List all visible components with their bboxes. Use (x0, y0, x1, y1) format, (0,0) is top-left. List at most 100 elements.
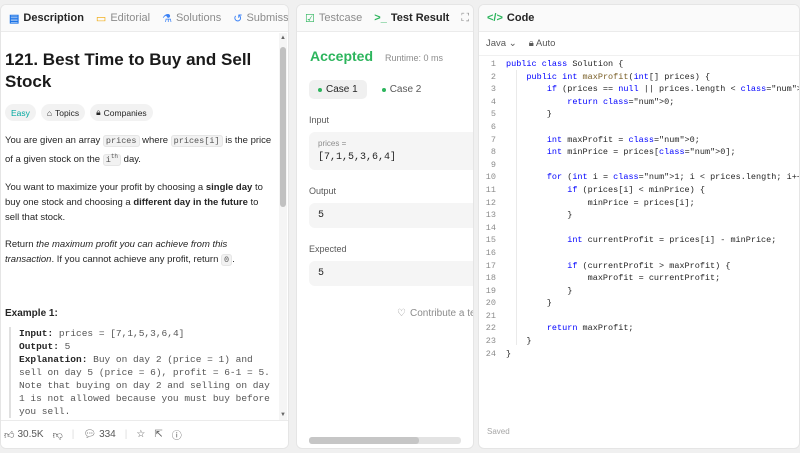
code-line[interactable]: 5 } (479, 108, 799, 121)
code-tabbar: </> Code (479, 5, 799, 32)
code-line[interactable]: 20 } (479, 297, 799, 310)
code-text: return class="num">0; (567, 96, 675, 107)
dislike-button[interactable]: 👎︎ (53, 429, 63, 441)
code-line[interactable]: 22 return maxProfit; (479, 322, 799, 335)
code-line[interactable]: 3 if (prices == null || prices.length < … (479, 83, 799, 96)
code-line[interactable]: 12 minPrice = prices[i]; (479, 197, 799, 210)
expand-icon[interactable]: ⛶ (455, 5, 473, 31)
code-line[interactable]: 11 if (prices[i] < minPrice) { (479, 184, 799, 197)
code-line[interactable]: 18 maxProfit = currentProfit; (479, 272, 799, 285)
tab-description-label: Description (23, 12, 84, 24)
code-text: if (prices == null || prices.length < cl… (546, 84, 799, 95)
line-number: 23 (485, 336, 496, 347)
line-number: 21 (485, 310, 496, 321)
code-line[interactable]: 15 int currentProfit = prices[i] - minPr… (479, 234, 799, 247)
tab-testcase[interactable]: ☑ Testcase (299, 5, 368, 31)
code-line[interactable]: 24} (479, 348, 799, 361)
auto-label: Auto (535, 38, 556, 49)
help-button[interactable]: ⓘ (172, 427, 182, 442)
code-line[interactable]: 1 public class Solution { (479, 58, 799, 71)
problem-chips: Easy ⌂ Topics 🔒︎ Companies (5, 104, 274, 121)
line-number: 19 (485, 285, 496, 296)
input-label: Input (309, 115, 330, 125)
scrollbar-thumb[interactable] (280, 47, 286, 207)
like-button[interactable]: 👍︎ 30.5K (4, 429, 44, 441)
comments-button[interactable]: 💬︎ 334 (83, 429, 115, 440)
footer-divider: | (124, 429, 128, 440)
code-line[interactable]: 10 for (int i = class="num">1; i < price… (479, 171, 799, 184)
description-scrollbar[interactable]: ▲ ▼ (279, 33, 287, 420)
scroll-down-arrow-icon[interactable]: ▼ (280, 412, 286, 418)
code-line[interactable]: 6 (479, 121, 799, 134)
input-value: [7,1,5,3,6,4] (318, 152, 397, 163)
description-content[interactable]: 121. Best Time to Buy and Sell Stock Eas… (1, 33, 278, 420)
history-icon: ↺ (233, 12, 243, 25)
pass-dot-icon (318, 87, 322, 92)
code-line[interactable]: 19 } (479, 285, 799, 298)
tab-test-result[interactable]: >_ Test Result (368, 5, 455, 31)
scroll-up-arrow-icon[interactable]: ▲ (280, 35, 286, 41)
tab-editorial[interactable]: ▭ Editorial (90, 5, 156, 31)
line-number: 14 (485, 222, 496, 233)
companies-chip[interactable]: 🔒︎ Companies (90, 104, 153, 121)
description-paragraph-2: You want to maximize your profit by choo… (5, 181, 263, 223)
code-line[interactable]: 7 int maxProfit = class="num">0; (479, 134, 799, 147)
tab-solutions[interactable]: ⚗ Solutions (156, 5, 227, 31)
topics-chip-label: Topics (55, 107, 80, 118)
language-select[interactable]: Java ⌄ (486, 38, 517, 49)
code-text: for (int i = class="num">1; i < prices.l… (546, 172, 800, 183)
tab-description[interactable]: ▤ Description (3, 5, 90, 31)
code-line[interactable]: 23 } (479, 335, 799, 348)
tab-solutions-label: Solutions (175, 12, 222, 24)
code-line[interactable]: 2 public int maxProfit(int[] prices) { (479, 71, 799, 84)
code-line[interactable]: 13 } (479, 209, 799, 222)
code-text: if (prices[i] < minPrice) { (567, 184, 705, 195)
code-line[interactable]: 9 (479, 159, 799, 172)
line-number: 3 (490, 84, 496, 95)
tab-submissions[interactable]: ↺ Submissions (227, 5, 288, 31)
code-line[interactable]: 17 if (currentProfit > maxProfit) { (479, 260, 799, 273)
contribute-testcase-link[interactable]: ♡ Contribute a te (397, 308, 473, 319)
difficulty-badge[interactable]: Easy (5, 104, 36, 121)
horizontal-scrollbar[interactable] (309, 437, 461, 444)
code-text: public class Solution { (506, 59, 624, 69)
line-number: 20 (485, 298, 496, 309)
language-label: Java (486, 38, 507, 49)
input-box: prices = [7,1,5,3,6,4] (309, 132, 473, 170)
example-title: Example 1: (5, 307, 58, 319)
code-text: } (506, 210, 573, 221)
tab-editorial-label: Editorial (110, 12, 151, 24)
flask-icon: ⚗ (162, 12, 172, 25)
pass-dot-icon (381, 87, 386, 92)
code-line[interactable]: 8 int minPrice = prices[class="num">0]; (479, 146, 799, 159)
horizontal-scrollbar-thumb[interactable] (309, 437, 419, 444)
runtime-text: Runtime: 0 ms (385, 53, 444, 63)
description-paragraph-1: You are given an array prices where pric… (5, 135, 272, 166)
line-number: 10 (485, 172, 496, 183)
lock-icon: 🔒︎ (96, 107, 101, 117)
code-line[interactable]: 14 (479, 222, 799, 235)
problem-title: 121. Best Time to Buy and Sell Stock (5, 50, 252, 91)
tab-code[interactable]: </> Code (481, 5, 540, 31)
line-number: 9 (490, 159, 496, 170)
code-line[interactable]: 16 (479, 247, 799, 260)
line-number: 8 (490, 147, 496, 158)
code-line[interactable]: 21 (479, 310, 799, 323)
code-editor[interactable]: 1 public class Solution {2 public int max… (479, 58, 799, 360)
code-line[interactable]: 4 return class="num">0; (479, 96, 799, 109)
result-header: Accepted Runtime: 0 ms (310, 48, 473, 64)
line-number: 2 (490, 71, 496, 82)
favorite-button[interactable]: ☆ (136, 429, 145, 440)
case-1-tab[interactable]: Case 1 (309, 80, 367, 99)
topics-chip[interactable]: ⌂ Topics (40, 104, 86, 121)
share-button[interactable]: ⇱ (154, 429, 162, 440)
line-number: 17 (485, 260, 496, 271)
case-2-tab[interactable]: Case 2 (373, 80, 431, 99)
test-tabbar: ☑ Testcase >_ Test Result ⛶ ‹ (297, 5, 473, 32)
example-block: Input: prices = [7,1,5,3,6,4] Output: 5 … (9, 326, 274, 418)
description-tabbar: ▤ Description ▭ Editorial ⚗ Solutions ↺ … (1, 5, 288, 32)
auto-toggle[interactable]: 🔒︎ Auto (529, 38, 556, 49)
share-icon: ⇱ (154, 429, 163, 440)
expected-box: 5 (309, 261, 473, 286)
code-text: if (currentProfit > maxProfit) { (567, 260, 731, 271)
